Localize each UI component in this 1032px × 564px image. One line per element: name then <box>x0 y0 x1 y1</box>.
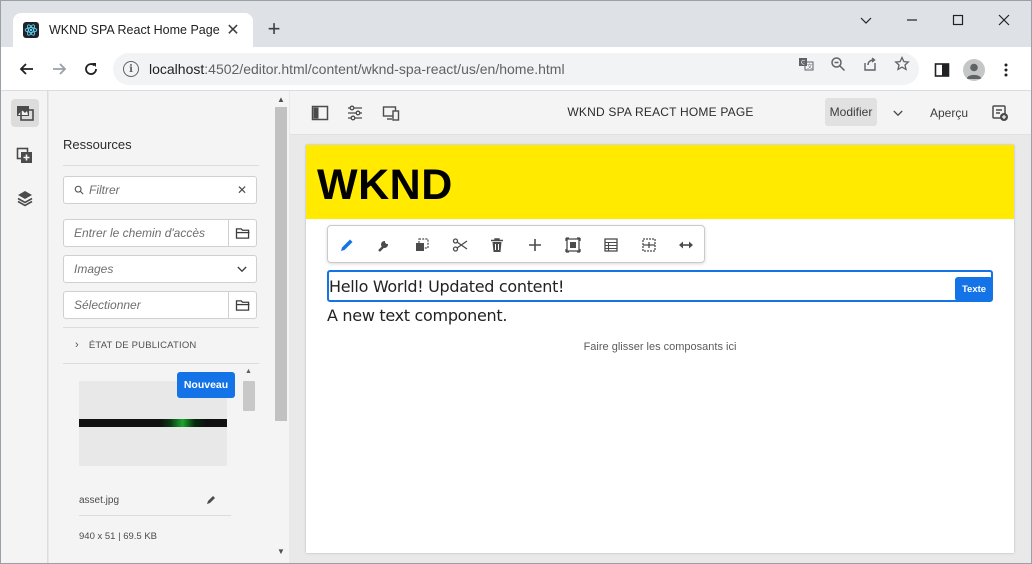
selected-text-component[interactable]: Hello World! Updated content! <box>327 270 993 302</box>
components-icon[interactable] <box>11 142 39 170</box>
chevron-down-icon[interactable] <box>890 105 906 121</box>
asset-type-value: Images <box>74 262 114 276</box>
header-banner: WKND <box>306 145 1014 219</box>
browser-window: WKND SPA React Home Page ✕ + i localhost… <box>0 0 1032 564</box>
bookmark-star-icon[interactable] <box>893 55 911 73</box>
reload-icon[interactable] <box>79 57 103 81</box>
assets-icon[interactable] <box>11 99 39 127</box>
path-input[interactable]: Entrer le chemin d'accès <box>64 226 228 240</box>
copy-icon[interactable] <box>412 235 432 255</box>
layout-icon[interactable] <box>639 235 659 255</box>
publication-state-label: ÉTAT DE PUBLICATION <box>88 339 197 351</box>
edit-icon[interactable] <box>337 235 357 255</box>
content-tree-icon[interactable] <box>11 184 39 212</box>
text-component[interactable]: A new text component. <box>327 306 507 325</box>
filter-field[interactable]: Filtrer ✕ <box>63 176 257 204</box>
text-content[interactable]: Hello World! Updated content! <box>329 277 564 296</box>
chevron-down-icon[interactable] <box>843 7 889 33</box>
browser-tab[interactable]: WKND SPA React Home Page ✕ <box>13 13 253 47</box>
chevron-down-icon <box>228 266 256 273</box>
page-title: WKND SPA REACT HOME PAGE <box>567 105 754 119</box>
close-icon[interactable] <box>981 7 1027 33</box>
forward-icon[interactable] <box>47 57 71 81</box>
side-rail <box>1 91 48 563</box>
cut-icon[interactable] <box>450 235 470 255</box>
url-text[interactable]: localhost:4502/editor.html/content/wknd-… <box>149 61 565 77</box>
url-host: localhost <box>149 61 205 77</box>
side-panel-icon[interactable] <box>931 59 953 81</box>
asset-list-scrollbar[interactable] <box>243 381 255 411</box>
filter-input[interactable]: Filtrer <box>84 183 228 197</box>
group-icon[interactable] <box>563 235 583 255</box>
configure-icon[interactable] <box>374 235 394 255</box>
select-field[interactable]: Sélectionner <box>63 291 257 319</box>
side-panel-scrollbar[interactable]: ▲ ▼ <box>273 91 289 563</box>
editor-toolbar: WKND SPA REACT HOME PAGE Modifier Aperçu <box>290 91 1031 135</box>
asset-meta: 940 x 51 | 69.5 KB <box>79 531 157 542</box>
component-type-label: Texte <box>955 277 993 301</box>
clear-icon[interactable]: ✕ <box>228 183 256 197</box>
url-path: :4502/editor.html/content/wknd-spa-react… <box>204 61 565 77</box>
aem-editor: Ressources Filtrer ✕ Entrer le chemin d'… <box>1 91 1031 563</box>
react-favicon-icon <box>23 22 39 38</box>
browser-toolbar: i localhost:4502/editor.html/content/wkn… <box>1 47 1031 91</box>
edit-icon[interactable] <box>205 493 217 505</box>
search-icon <box>64 185 84 195</box>
publication-state-toggle[interactable]: › ÉTAT DE PUBLICATION <box>75 339 197 351</box>
share-icon[interactable] <box>861 55 879 73</box>
info-icon[interactable]: i <box>123 61 139 77</box>
new-tab-button[interactable]: + <box>263 18 285 41</box>
tab-strip: WKND SPA React Home Page ✕ + <box>1 1 1031 47</box>
select-input[interactable]: Sélectionner <box>64 298 228 312</box>
maximize-icon[interactable] <box>935 7 981 33</box>
translate-icon[interactable]: G文 <box>797 55 815 73</box>
chevron-right-icon: › <box>75 339 79 351</box>
path-field[interactable]: Entrer le chemin d'accès <box>63 219 257 247</box>
more-icon[interactable] <box>995 59 1017 81</box>
assets-side-panel: Ressources Filtrer ✕ Entrer le chemin d'… <box>49 91 289 563</box>
scroll-down-icon[interactable]: ▼ <box>277 547 285 556</box>
component-toolbar <box>327 225 705 263</box>
delete-icon[interactable] <box>487 235 507 255</box>
asset-type-select[interactable]: Images <box>63 255 257 283</box>
annotations-icon[interactable] <box>988 101 1012 125</box>
profile-icon[interactable] <box>963 59 985 81</box>
scroll-up-icon[interactable]: ▲ <box>245 368 252 375</box>
asset-image <box>79 419 227 427</box>
divider <box>63 165 259 166</box>
folder-browse-icon[interactable] <box>228 292 256 318</box>
tab-close-icon[interactable]: ✕ <box>223 20 243 40</box>
new-badge: Nouveau <box>177 372 235 398</box>
page-canvas: WKND Hello World! Updated content! Texte… <box>306 145 1014 553</box>
resize-icon[interactable] <box>676 235 696 255</box>
drop-zone[interactable]: Faire glisser les composants ici <box>306 341 1014 353</box>
side-panel-title: Ressources <box>63 137 132 152</box>
tab-title: WKND SPA React Home Page <box>49 23 220 37</box>
minimize-icon[interactable] <box>889 7 935 33</box>
back-icon[interactable] <box>15 57 39 81</box>
preview-button[interactable]: Aperçu <box>930 106 968 120</box>
scroll-up-icon[interactable]: ▲ <box>277 95 285 104</box>
parent-icon[interactable] <box>601 235 621 255</box>
divider <box>79 515 231 516</box>
divider <box>63 363 259 364</box>
folder-browse-icon[interactable] <box>228 220 256 246</box>
svg-text:文: 文 <box>807 63 813 71</box>
mode-button[interactable]: Modifier <box>825 98 877 126</box>
divider <box>63 327 259 328</box>
asset-name: asset.jpg <box>79 495 120 506</box>
scrollbar-thumb[interactable] <box>275 107 287 421</box>
wknd-logo[interactable]: WKND <box>317 161 453 210</box>
zoom-icon[interactable] <box>829 55 847 73</box>
insert-icon[interactable] <box>525 235 545 255</box>
